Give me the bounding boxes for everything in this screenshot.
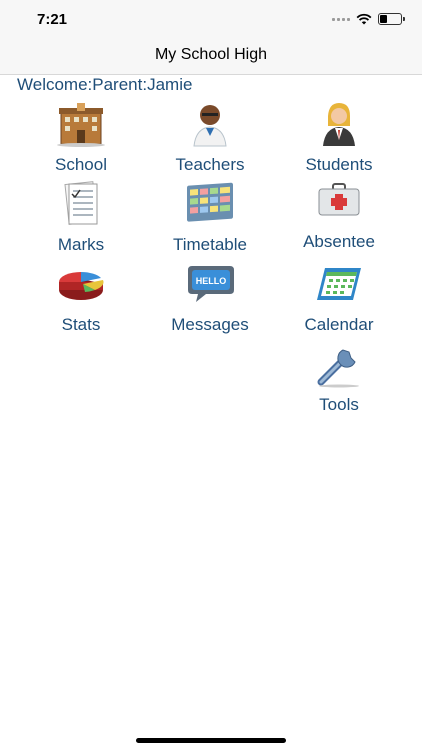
svg-text:HELLO: HELLO	[196, 276, 227, 286]
navigation-bar: My School High	[0, 40, 422, 75]
students-tile[interactable]: Students	[279, 100, 399, 180]
report-card-icon	[64, 181, 98, 225]
tile-label: Timetable	[172, 235, 247, 254]
marks-tile[interactable]: Marks	[21, 180, 141, 260]
status-icons	[332, 13, 405, 25]
student-icon	[323, 103, 355, 146]
first-aid-kit-icon	[318, 183, 360, 216]
signal-icon	[332, 17, 350, 21]
tile-label: Absentee	[303, 232, 375, 251]
timetable-tile[interactable]: Timetable	[150, 180, 270, 260]
calendar-tile[interactable]: Calendar	[279, 260, 399, 340]
tile-label: Messages	[171, 315, 249, 334]
tile-label: Tools	[319, 395, 359, 414]
tile-label: Teachers	[175, 155, 245, 174]
tile-label: Calendar	[304, 315, 374, 334]
welcome-text: Welcome:Parent:Jamie	[17, 75, 193, 94]
hello-speech-bubble-icon: HELLO	[188, 266, 234, 302]
absentee-tile[interactable]: Absentee	[279, 180, 399, 260]
tile-label: School	[55, 155, 107, 174]
timetable-icon	[187, 182, 233, 222]
teachers-tile[interactable]: Teachers	[150, 100, 270, 180]
school-tile[interactable]: School	[21, 100, 141, 180]
tile-label: Marks	[57, 235, 105, 254]
status-bar: 7:21	[0, 0, 422, 40]
teacher-icon	[193, 105, 227, 147]
pie-chart-icon	[59, 272, 104, 300]
wrench-icon	[317, 349, 359, 388]
status-time: 7:21	[37, 11, 68, 28]
tile-label: Students	[305, 155, 373, 174]
wifi-icon	[356, 13, 372, 25]
stats-tile[interactable]: Stats	[21, 260, 141, 340]
battery-icon	[378, 13, 405, 25]
home-indicator[interactable]	[136, 738, 286, 743]
page-title: My School High	[154, 46, 268, 63]
calendar-icon	[317, 268, 361, 300]
messages-tile[interactable]: HELLO Messages	[150, 260, 270, 340]
battery-level	[380, 15, 387, 23]
school-building-icon	[57, 103, 105, 147]
tile-label: Stats	[61, 315, 101, 334]
tools-tile[interactable]: Tools	[279, 340, 399, 420]
